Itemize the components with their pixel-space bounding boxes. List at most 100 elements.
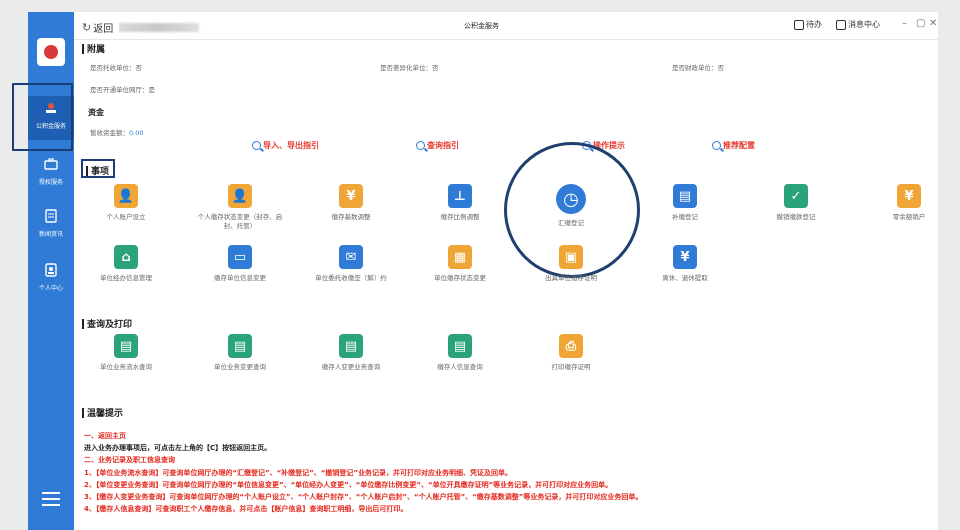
tile-label: 个人缴存状态变更（封存、启封、托管） xyxy=(197,213,283,230)
annotation-highlight-matters xyxy=(81,159,115,178)
search-icon xyxy=(712,141,721,150)
sidebar-item-personal-center[interactable]: 个人中心 xyxy=(28,258,74,302)
attach-heading: 附属 xyxy=(82,42,105,55)
tip-line: 二、业务记录及职工信息查询 xyxy=(84,456,175,465)
mail-icon xyxy=(836,19,846,30)
shield-icon: ✓ xyxy=(784,184,808,208)
tile-query-items-2[interactable]: ▤ 缴存人变更业务查询 xyxy=(303,334,399,372)
tile-matters-row2-5[interactable]: ¥ 离休、退休提取 xyxy=(637,245,733,283)
tile-matters-row1-3[interactable]: ⊥ 缴存比例调整 xyxy=(412,184,508,222)
search-icon xyxy=(252,141,261,150)
person-add-icon: 👤 xyxy=(114,184,138,208)
field-finance-unit: 是否财政单位：否 xyxy=(672,64,724,72)
tile-query-items-1[interactable]: ▤ 单位业务变更查询 xyxy=(192,334,288,372)
main-content: ↻ 返回 公积金服务 待办 消息中心 – ▢ ✕ 附属 是否托收单位：否 是否差… xyxy=(74,12,938,530)
tile-label: 单位经办信息管理 xyxy=(100,274,152,282)
tile-label: 个人账户设立 xyxy=(106,213,146,221)
envelope-icon: ✉ xyxy=(339,245,363,269)
tile-matters-row1-1[interactable]: 👤 个人缴存状态变更（封存、启封、托管） xyxy=(192,184,288,231)
close-icon[interactable]: ✕ xyxy=(929,18,937,29)
clock-icon: ◷ xyxy=(556,184,586,214)
search-icon xyxy=(416,141,425,150)
refresh-icon: ↻ xyxy=(82,21,92,34)
tile-matters-row2-2[interactable]: ✉ 单位委托收缴签（解）约 xyxy=(303,245,399,283)
tile-matters-row1-4[interactable]: ◷ 汇缴登记 xyxy=(523,184,619,228)
todo-button[interactable]: 待办 xyxy=(794,19,822,30)
tile-label: 单位业务流水查询 xyxy=(100,363,152,371)
tile-label: 缴存人变更业务查询 xyxy=(321,363,381,371)
tips-list: 一、返回主页 进入业务办理事项后，可点击左上角的【C】按钮返回主页。 二、业务记录及… xyxy=(84,430,924,515)
tile-label: 单位缴存状态变更 xyxy=(434,274,486,282)
tile-label: 零余额销户 xyxy=(892,213,926,221)
title-bar: ↻ 返回 公积金服务 待办 消息中心 – ▢ ✕ xyxy=(74,12,938,40)
sidebar-item-label: 授权服务 xyxy=(38,179,63,186)
tips-heading: 温馨提示 xyxy=(82,406,123,419)
certificate-icon: ▣ xyxy=(559,245,583,269)
tile-matters-row1-6[interactable]: ✓ 撤销缴款登记 xyxy=(748,184,844,222)
recommended-config-link[interactable]: 推荐配置 xyxy=(712,140,755,151)
maximize-icon[interactable]: ▢ xyxy=(916,18,925,29)
tile-label: 单位委托收缴签（解）约 xyxy=(315,274,387,282)
window-title: 公积金服务 xyxy=(464,22,499,30)
tile-label: 撤销缴款登记 xyxy=(776,213,816,221)
document-icon xyxy=(43,208,59,224)
sidebar-item-news[interactable]: 新闻资讯 xyxy=(28,204,74,248)
user-icon xyxy=(43,262,59,278)
todo-label: 待办 xyxy=(806,20,822,29)
menu-toggle-icon[interactable] xyxy=(42,492,60,506)
tile-matters-row1-7[interactable]: ¥ 零余额销户 xyxy=(861,184,957,222)
tile-matters-row1-0[interactable]: 👤 个人账户设立 xyxy=(78,184,174,222)
stamp-icon: ⊥ xyxy=(448,184,472,208)
tile-label: 打印缴存证明 xyxy=(551,363,591,371)
todo-icon xyxy=(794,19,804,30)
yen-badge-icon: ¥ xyxy=(339,184,363,208)
query-heading: 查询及打印 xyxy=(82,317,132,330)
yen-badge-icon: ¥ xyxy=(897,184,921,208)
tile-matters-row1-5[interactable]: ▤ 补缴登记 xyxy=(637,184,733,222)
tip-line: 1、【单位业务流水查询】可查询单位网厅办理的“汇缴登记”、“补缴登记”、“撤销登… xyxy=(84,468,512,477)
tile-query-items-3[interactable]: ▤ 缴存人信息查询 xyxy=(412,334,508,372)
building-status-icon: ▦ xyxy=(448,245,472,269)
tile-label: 缴存单位信息变更 xyxy=(214,274,266,282)
import-export-guide-link[interactable]: 导入、导出指引 xyxy=(252,140,319,151)
tile-label: 单位业务变更查询 xyxy=(214,363,266,371)
field-collection-unit: 是否托收单位：否 xyxy=(90,64,142,72)
tip-line: 3、【缴存人变更业务查询】可查询单位网厅办理的“个人账户设立”、“个人账户封存”… xyxy=(84,493,643,502)
tile-matters-row1-2[interactable]: ¥ 缴存基数调整 xyxy=(303,184,399,222)
sidebar-item-auth-service[interactable]: 授权服务 xyxy=(28,152,74,196)
tile-query-items-0[interactable]: ▤ 单位业务流水查询 xyxy=(78,334,174,372)
doc-search-icon: ▤ xyxy=(228,334,252,358)
message-label: 消息中心 xyxy=(848,20,880,29)
doc-search-icon: ▤ xyxy=(448,334,472,358)
query-guide-link[interactable]: 查询指引 xyxy=(416,140,459,151)
tile-label: 出具单位缴存证明 xyxy=(545,274,597,282)
tile-matters-row2-1[interactable]: ▭ 缴存单位信息变更 xyxy=(192,245,288,283)
briefcase-icon xyxy=(43,156,59,172)
tile-label: 缴存人信息查询 xyxy=(437,363,483,371)
tile-label: 补缴登记 xyxy=(672,213,698,221)
message-center-button[interactable]: 消息中心 xyxy=(836,19,880,30)
tile-query-items-4[interactable]: ⎙ 打印缴存证明 xyxy=(523,334,619,372)
doc-search-icon: ▤ xyxy=(339,334,363,358)
tip-line: 4、【缴存人信息查询】可查询职工个人缴存信息，并可点击【账户信息】查询职工明细，… xyxy=(84,505,408,514)
car-icon: ▭ xyxy=(228,245,252,269)
tip-line: 一、返回主页 xyxy=(84,432,126,440)
printer-icon: ⎙ xyxy=(559,334,583,358)
doc-search-icon: ▤ xyxy=(114,334,138,358)
minimize-icon[interactable]: – xyxy=(902,18,907,29)
tile-label: 缴存比例调整 xyxy=(440,213,480,221)
tile-matters-row2-0[interactable]: ⌂ 单位经办信息管理 xyxy=(78,245,174,283)
funds-value: 0.00 xyxy=(129,129,144,137)
field-online-hall: 是否开通单位网厅：是 xyxy=(90,86,155,94)
tile-matters-row2-3[interactable]: ▦ 单位缴存状态变更 xyxy=(412,245,508,283)
tile-label: 汇缴登记 xyxy=(558,219,584,227)
person-gear-icon: 👤 xyxy=(228,184,252,208)
tile-matters-row2-4[interactable]: ▣ 出具单位缴存证明 xyxy=(523,245,619,283)
field-differentiated-unit: 是否差异化单位：否 xyxy=(380,64,439,72)
tile-label: 离休、退休提取 xyxy=(662,274,708,282)
back-button[interactable]: ↻ 返回 xyxy=(82,20,200,35)
blurred-breadcrumb xyxy=(119,23,200,32)
funds-heading: 资金 xyxy=(88,108,104,117)
tip-line: 2、【单位变更业务查询】可查询单位网厅办理的“单位信息变更”、“单位经办人变更”… xyxy=(84,480,613,489)
app-logo xyxy=(37,38,65,66)
